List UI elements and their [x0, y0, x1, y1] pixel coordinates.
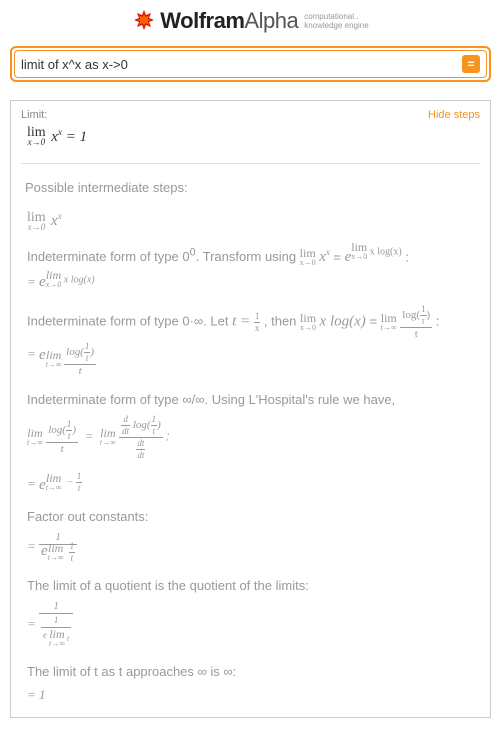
section-label: Limit:	[21, 109, 47, 121]
step-expr-3: = e limt→∞ log(1t) t	[21, 340, 480, 387]
step-inf-inf: Indeterminate form of type ∞/∞. Using L'…	[21, 387, 480, 409]
step-factor: Factor out constants:	[21, 504, 480, 526]
step-final: = 1	[21, 681, 480, 713]
search-input[interactable]	[21, 57, 462, 72]
answer-expr: xx = 1	[51, 129, 87, 145]
step-t-inf: The limit of t as t approaches ∞ is ∞:	[21, 659, 480, 681]
step-expr-6: = 1 e limt→∞ 1t	[21, 526, 480, 573]
brand-subtitle: computational..knowledge engine	[304, 12, 369, 30]
step-0-0: Indeterminate form of type 00. Transform…	[21, 242, 480, 268]
logo: WolframAlpha computational..knowledge en…	[0, 8, 501, 34]
step-expr-1: limx→0 xx	[21, 205, 480, 242]
step-expr-2: = e limx→0 x log(x)	[21, 268, 480, 302]
search-container	[10, 46, 491, 82]
intermediate-steps-title: Possible intermediate steps:	[21, 174, 480, 205]
header: WolframAlpha computational..knowledge en…	[0, 0, 501, 38]
search-bar	[14, 50, 487, 78]
result-pod: Limit: Hide steps limx→0 xx = 1 Possible…	[10, 100, 491, 718]
submit-button[interactable]	[462, 55, 480, 73]
wolfram-icon	[132, 9, 156, 33]
answer: limx→0 xx = 1	[21, 125, 480, 159]
step-expr-5: = e limt→∞ − 1t	[21, 470, 480, 504]
brand-name: WolframAlpha	[160, 8, 298, 34]
step-expr-4: limt→∞ log(1t) t = limt→∞ ddt log(1t) dt…	[21, 409, 480, 470]
lim-x-0: limx→0	[27, 128, 46, 147]
step-expr-7: = 1 1 e limt→∞ t	[21, 595, 480, 659]
step-0-inf: Indeterminate form of type 0·∞. Let t = …	[21, 301, 480, 340]
separator	[21, 163, 480, 164]
hide-steps-link[interactable]: Hide steps	[428, 109, 480, 121]
result-header: Limit: Hide steps	[21, 109, 480, 121]
step-quotient: The limit of a quotient is the quotient …	[21, 573, 480, 595]
